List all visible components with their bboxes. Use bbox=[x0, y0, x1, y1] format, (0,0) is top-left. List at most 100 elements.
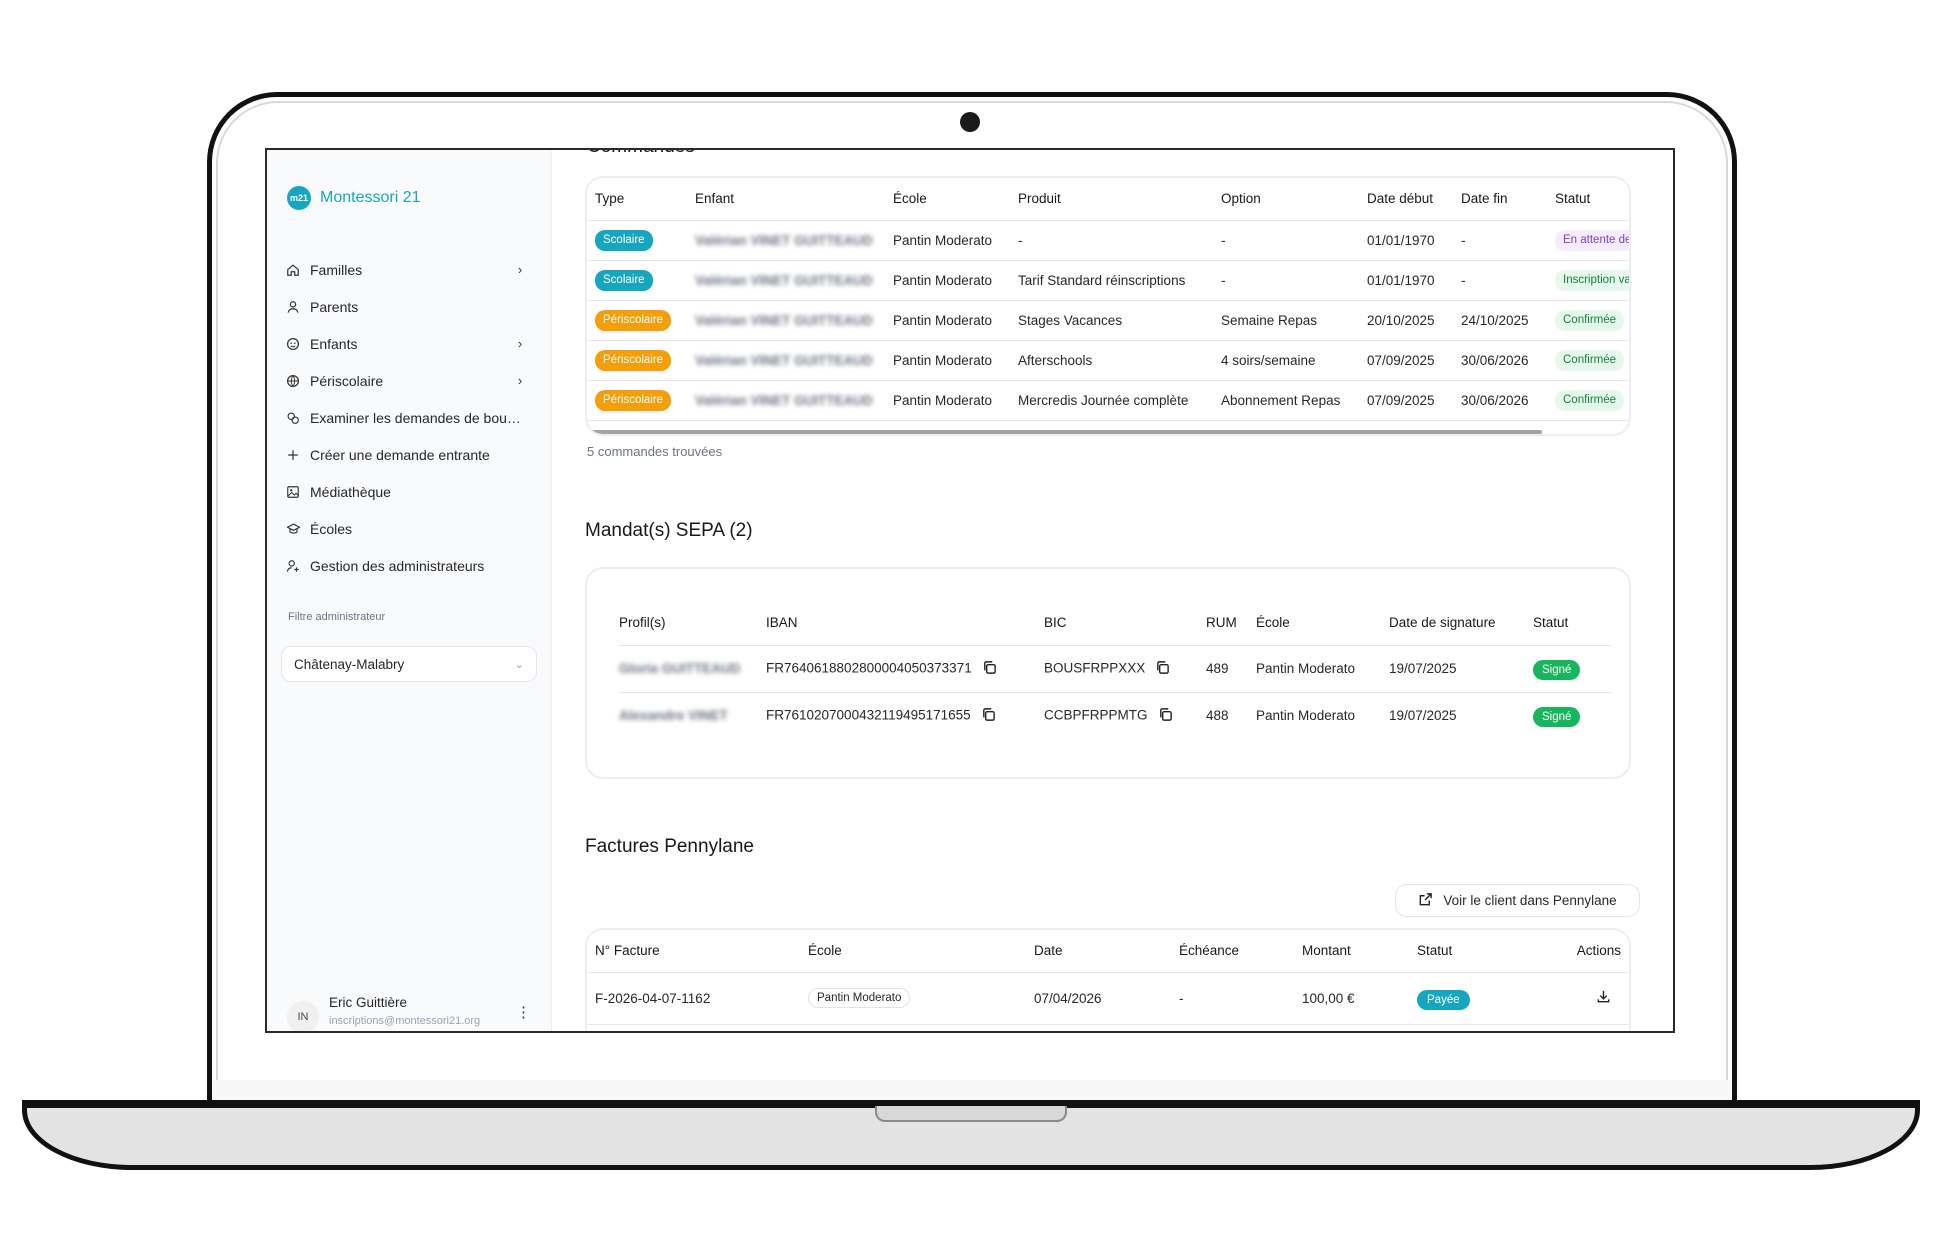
sidebar-item-label: Périscolaire bbox=[310, 372, 384, 389]
table-row[interactable]: Périscolaire Valérian VINET GUITTEAUD Pa… bbox=[587, 380, 1629, 421]
child-name: Valérian VINET GUITTEAUD bbox=[695, 392, 873, 408]
product-cell: Stages Vacances bbox=[1010, 300, 1213, 341]
school-cell: Pantin Moderato bbox=[885, 340, 1010, 381]
column-header[interactable]: Échéance bbox=[1171, 930, 1294, 973]
image-icon bbox=[285, 484, 301, 500]
school-cell: Pantin Moderato bbox=[885, 260, 1010, 301]
type-badge: Scolaire bbox=[595, 269, 653, 291]
iban-value: FR7640618802800004050373371 bbox=[766, 660, 972, 676]
column-header[interactable]: Statut bbox=[1409, 930, 1549, 973]
column-header[interactable]: École bbox=[800, 930, 1026, 973]
sidebar-item-familles[interactable]: Familles › bbox=[285, 251, 535, 288]
sidebar-item-periscolaire[interactable]: Périscolaire › bbox=[285, 362, 535, 399]
table-row[interactable]: Périscolaire Valérian VINET GUITTEAUD Pa… bbox=[587, 300, 1629, 341]
external-link-icon bbox=[1418, 892, 1433, 910]
table-row[interactable]: Scolaire Valérian VINET GUITTEAUD Pantin… bbox=[587, 260, 1629, 301]
column-header[interactable]: Produit bbox=[1010, 178, 1213, 221]
invoice-date-cell: 07/04/2026 bbox=[1026, 972, 1171, 1025]
orders-count: 5 commandes trouvées bbox=[587, 444, 723, 459]
sidebar-item-demandes-bourse[interactable]: Examiner les demandes de bou… bbox=[285, 399, 535, 436]
open-pennylane-label: Voir le client dans Pennylane bbox=[1443, 893, 1617, 908]
table-row[interactable]: Périscolaire Valérian VINET GUITTEAUD Pa… bbox=[587, 340, 1629, 381]
column-header[interactable]: Date de signature bbox=[1389, 601, 1533, 646]
user-profile[interactable]: IN Eric Guittière inscriptions@montessor… bbox=[287, 993, 537, 1031]
copy-icon[interactable] bbox=[1155, 660, 1170, 678]
sepa-title: Mandat(s) SEPA (2) bbox=[585, 520, 753, 541]
sidebar-item-parents[interactable]: Parents bbox=[285, 288, 535, 325]
column-header[interactable]: Option bbox=[1213, 178, 1359, 221]
column-header[interactable]: Type bbox=[587, 178, 687, 221]
option-cell: - bbox=[1213, 260, 1359, 301]
column-header[interactable]: Date début bbox=[1359, 178, 1453, 221]
column-header[interactable]: Profil(s) bbox=[619, 601, 766, 646]
column-header[interactable]: BIC bbox=[1044, 601, 1206, 646]
column-header[interactable]: École bbox=[885, 178, 1010, 221]
open-pennylane-button[interactable]: Voir le client dans Pennylane bbox=[1395, 884, 1640, 917]
orders-table: Type Enfant École Produit Option Date dé… bbox=[587, 178, 1629, 421]
end-date-cell: 30/06/2026 bbox=[1453, 340, 1547, 381]
sidebar-nav: Familles › Parents Enfants › Périscolair… bbox=[285, 251, 535, 584]
sidebar-item-enfants[interactable]: Enfants › bbox=[285, 325, 535, 362]
table-row[interactable]: Scolaire Valérian VINET GUITTEAUD Pantin… bbox=[587, 220, 1629, 261]
product-cell: - bbox=[1010, 220, 1213, 261]
invoices-table: N° Facture École Date Échéance Montant S… bbox=[587, 930, 1629, 1025]
orders-card: Type Enfant École Produit Option Date dé… bbox=[585, 176, 1631, 436]
user-name: Eric Guittière bbox=[329, 995, 408, 1010]
iban-value: FR7610207000432119495171655 bbox=[766, 707, 971, 723]
invoice-number-cell: F-2026-04-07-1162 bbox=[587, 972, 800, 1025]
sidebar-item-ecoles[interactable]: Écoles bbox=[285, 510, 535, 547]
column-header[interactable]: Actions bbox=[1549, 930, 1629, 973]
column-header[interactable]: Date bbox=[1026, 930, 1171, 973]
column-header[interactable]: N° Facture bbox=[587, 930, 800, 973]
filter-label: Filtre administrateur bbox=[288, 611, 386, 623]
brand-name: Montessori 21 bbox=[320, 189, 421, 206]
copy-icon[interactable] bbox=[982, 660, 997, 678]
sidebar-item-creer-demande[interactable]: Créer une demande entrante bbox=[285, 436, 535, 473]
column-header[interactable]: Enfant bbox=[687, 178, 885, 221]
type-badge: Périscolaire bbox=[595, 309, 672, 331]
status-badge: Confirmée bbox=[1555, 309, 1625, 331]
table-row[interactable]: Gloria GUITTEAUD FR764061880280000405037… bbox=[619, 645, 1611, 693]
type-badge: Périscolaire bbox=[595, 349, 672, 371]
admin-filter-select[interactable]: Châtenay-Malabry ⌄ bbox=[281, 646, 537, 682]
sidebar-item-label: Familles bbox=[310, 261, 363, 278]
more-vertical-icon[interactable]: ⋮ bbox=[516, 1003, 531, 1021]
ball-icon bbox=[285, 373, 301, 389]
column-header[interactable]: Statut bbox=[1533, 601, 1611, 646]
sidebar-item-mediatheque[interactable]: Médiathèque bbox=[285, 473, 535, 510]
copy-icon[interactable] bbox=[1158, 707, 1173, 725]
column-header[interactable]: RUM bbox=[1206, 601, 1256, 646]
orders-title: Commandes bbox=[587, 150, 695, 158]
table-row[interactable]: F-2026-04-07-1162 Pantin Moderato 07/04/… bbox=[587, 972, 1629, 1025]
rum-cell: 489 bbox=[1206, 645, 1256, 693]
start-date-cell: 07/09/2025 bbox=[1359, 340, 1453, 381]
product-cell: Mercredis Journée complète bbox=[1010, 380, 1213, 421]
column-header[interactable]: Date fin bbox=[1453, 178, 1547, 221]
sidebar-item-label: Enfants bbox=[310, 335, 358, 352]
download-icon[interactable] bbox=[1596, 990, 1611, 1007]
child-name: Valérian VINET GUITTEAUD bbox=[695, 312, 873, 328]
horizontal-scrollbar[interactable] bbox=[587, 430, 1542, 434]
start-date-cell: 01/01/1970 bbox=[1359, 220, 1453, 261]
column-header[interactable]: IBAN bbox=[766, 601, 1044, 646]
end-date-cell: 30/06/2026 bbox=[1453, 380, 1547, 421]
column-header[interactable]: École bbox=[1256, 601, 1389, 646]
product-cell: Tarif Standard réinscriptions bbox=[1010, 260, 1213, 301]
column-header[interactable]: Statut bbox=[1547, 178, 1629, 221]
option-cell: Abonnement Repas bbox=[1213, 380, 1359, 421]
home-icon bbox=[285, 262, 301, 278]
sidebar-item-label: Médiathèque bbox=[310, 483, 391, 500]
sidebar-item-label: Examiner les demandes de bou… bbox=[310, 409, 521, 426]
main-content: Commandes Type Enfant École Produit Opti… bbox=[553, 150, 1673, 1031]
table-row[interactable]: Alexandre VINET FR7610207000432119495171… bbox=[619, 692, 1611, 739]
column-header[interactable]: Montant bbox=[1294, 930, 1409, 973]
brand[interactable]: m21 Montessori 21 bbox=[287, 186, 421, 210]
table-header-row: Type Enfant École Produit Option Date dé… bbox=[587, 178, 1629, 221]
plus-icon bbox=[285, 447, 301, 463]
copy-icon[interactable] bbox=[981, 707, 996, 725]
status-badge: Confirmée bbox=[1555, 349, 1625, 371]
profile-name: Alexandre VINET bbox=[619, 708, 728, 724]
signature-date-cell: 19/07/2025 bbox=[1389, 645, 1533, 693]
sidebar: m21 Montessori 21 Familles › Parents Enf… bbox=[267, 150, 552, 1031]
sidebar-item-administrateurs[interactable]: Gestion des administrateurs bbox=[285, 547, 535, 584]
